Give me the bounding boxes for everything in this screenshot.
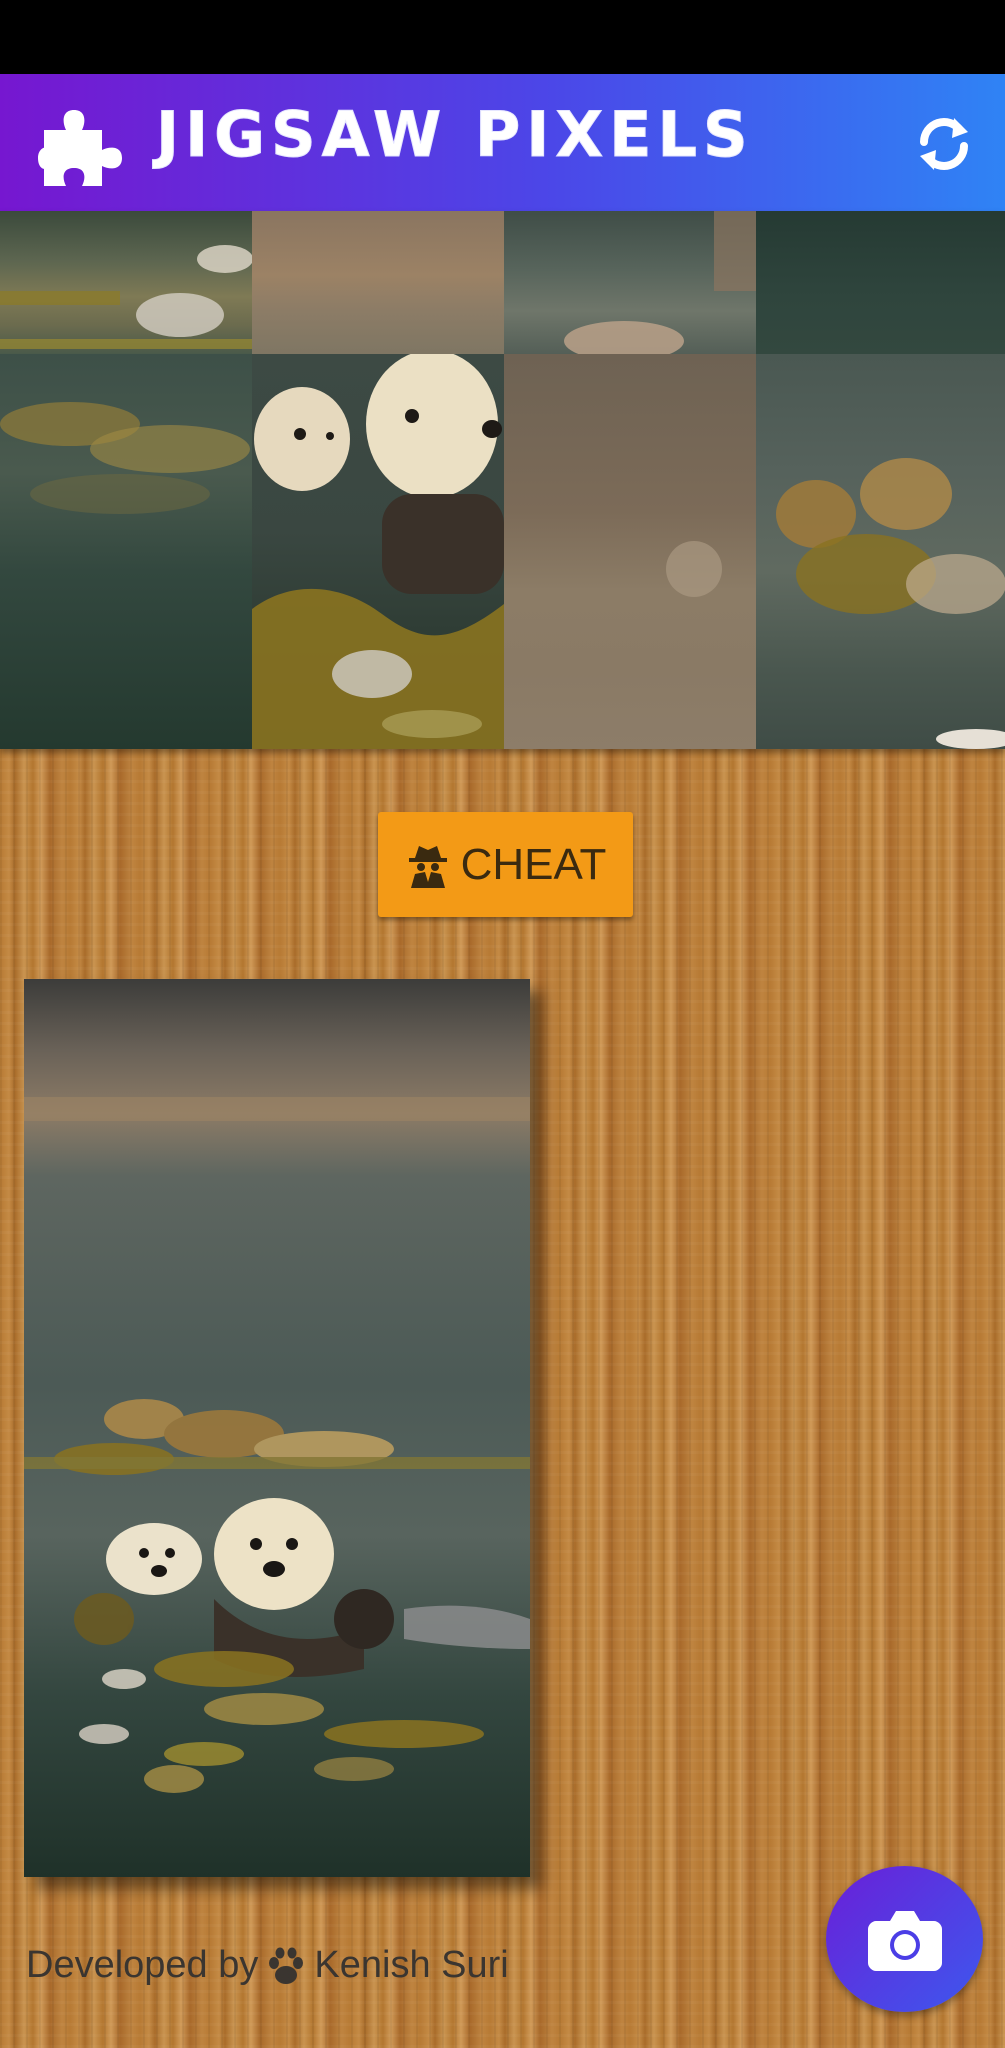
puzzle-tile[interactable] bbox=[252, 211, 504, 354]
reference-image bbox=[24, 979, 530, 1877]
app-bar: JIGSAW PIXELS bbox=[0, 74, 1005, 211]
app-title: JIGSAW PIXELS bbox=[156, 98, 754, 172]
puzzle-tile[interactable] bbox=[756, 211, 1005, 354]
puzzle-tile[interactable] bbox=[0, 354, 252, 749]
puzzle-tile[interactable] bbox=[252, 350, 504, 749]
puzzle-tile[interactable] bbox=[504, 211, 756, 361]
footer-prefix: Developed by bbox=[26, 1944, 259, 1986]
footer-author: Kenish Suri bbox=[314, 1944, 509, 1986]
puzzle-tile[interactable] bbox=[504, 354, 756, 749]
camera-icon bbox=[867, 1911, 942, 1971]
cheat-button[interactable]: CHEAT bbox=[378, 812, 633, 917]
paw-icon bbox=[269, 1947, 304, 1984]
puzzle-board bbox=[0, 211, 1005, 749]
camera-button[interactable] bbox=[826, 1866, 983, 2012]
footer: Developed by Kenish Suri bbox=[26, 1944, 509, 1987]
cheat-button-label: CHEAT bbox=[460, 839, 607, 889]
refresh-icon[interactable] bbox=[912, 112, 976, 176]
status-bar bbox=[0, 0, 1005, 74]
spy-icon bbox=[408, 845, 447, 888]
puzzle-tile[interactable] bbox=[0, 211, 253, 354]
puzzle-tile[interactable] bbox=[756, 354, 1005, 749]
puzzle-piece-icon[interactable] bbox=[36, 100, 130, 188]
